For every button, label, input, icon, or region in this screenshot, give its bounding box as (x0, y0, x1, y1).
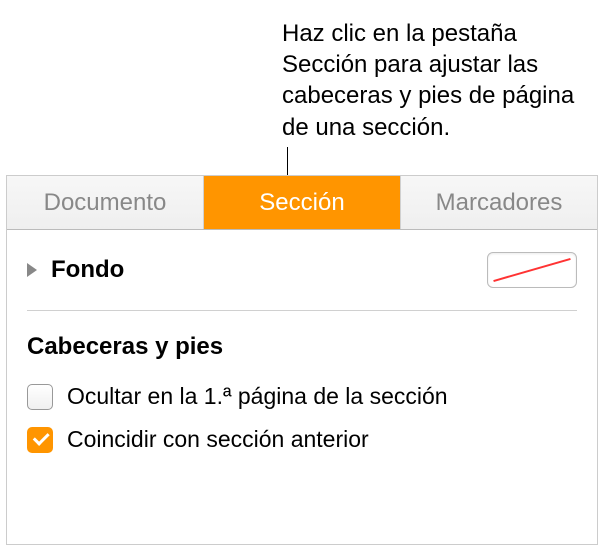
tab-bar: Documento Sección Marcadores (7, 176, 597, 230)
hide-first-page-label: Ocultar en la 1.ª página de la sección (67, 383, 448, 410)
background-label: Fondo (51, 256, 487, 284)
hide-first-page-row[interactable]: Ocultar en la 1.ª página de la sección (27, 375, 577, 418)
tab-section[interactable]: Sección (204, 176, 401, 229)
background-row: Fondo (27, 230, 577, 310)
tab-document[interactable]: Documento (7, 176, 204, 229)
inspector-panel: Documento Sección Marcadores Fondo Cabec… (6, 175, 598, 545)
chevron-right-icon[interactable] (27, 263, 37, 277)
headers-footers-title: Cabeceras y pies (27, 311, 577, 375)
hide-first-page-checkbox[interactable] (27, 384, 53, 410)
match-previous-row[interactable]: Coincidir con sección anterior (27, 418, 577, 461)
match-previous-label: Coincidir con sección anterior (67, 426, 369, 453)
inspector-content: Fondo Cabeceras y pies Ocultar en la 1.ª… (7, 230, 597, 461)
tab-bookmarks[interactable]: Marcadores (401, 176, 597, 229)
match-previous-checkbox[interactable] (27, 427, 53, 453)
callout-text: Haz clic en la pestaña Sección para ajus… (282, 18, 602, 143)
background-color-well[interactable] (487, 252, 577, 288)
